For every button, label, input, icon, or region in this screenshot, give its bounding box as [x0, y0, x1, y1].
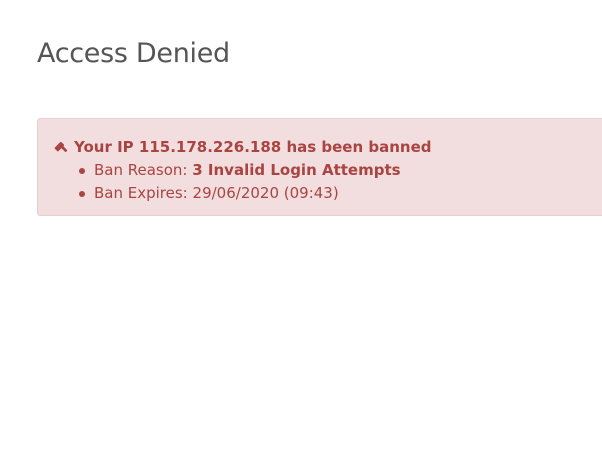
ban-reason-item: Ban Reason: 3 Invalid Login Attempts [79, 159, 401, 182]
ban-reason-value: 3 Invalid Login Attempts [192, 161, 401, 179]
ban-details-list: Ban Reason: 3 Invalid Login Attempts Ban… [79, 159, 401, 205]
gavel-icon [54, 141, 68, 152]
ban-heading-text: Your IP 115.178.226.188 has been banned [74, 138, 432, 156]
page-title: Access Denied [37, 38, 230, 69]
ban-expires-item: Ban Expires: 29/06/2020 (09:43) [79, 182, 401, 205]
ban-heading: Your IP 115.178.226.188 has been banned [53, 137, 432, 157]
ban-expires-value: 29/06/2020 (09:43) [192, 184, 339, 202]
ban-reason-label: Ban Reason: [94, 161, 188, 179]
page: Access Denied Your IP 115.178.226.188 ha… [0, 0, 602, 454]
ban-expires-label: Ban Expires: [94, 184, 188, 202]
ban-alert: Your IP 115.178.226.188 has been banned … [37, 118, 602, 216]
